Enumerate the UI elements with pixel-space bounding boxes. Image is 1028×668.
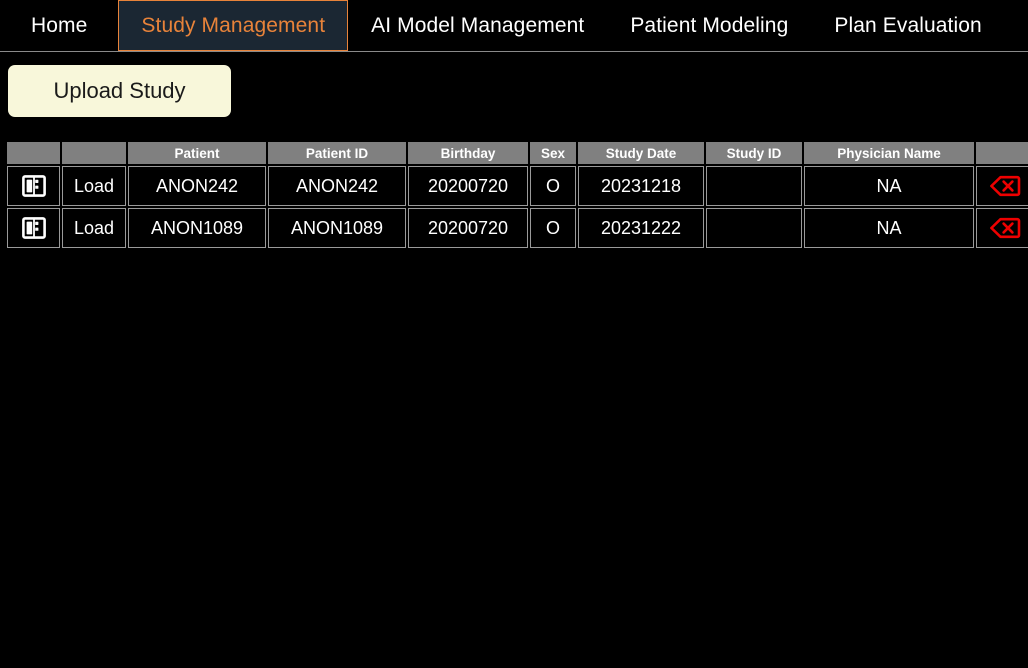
column-header-patient-id: Patient ID [268, 142, 406, 164]
main-tab-bar: Home Study Management AI Model Managemen… [0, 0, 1028, 51]
cell-sex: O [530, 208, 576, 248]
tab-home-label: Home [31, 13, 88, 37]
tab-bar-divider [0, 51, 1028, 52]
backspace-delete-icon[interactable] [977, 167, 1028, 205]
tab-patient-modeling[interactable]: Patient Modeling [607, 0, 811, 51]
column-header-patient: Patient [128, 142, 266, 164]
tab-patient-modeling-label: Patient Modeling [630, 13, 789, 37]
study-list-table: Patient Patient ID Birthday Sex Study Da… [5, 140, 1028, 250]
table-row: Load ANON242 ANON242 20200720 O 20231218… [7, 166, 1028, 206]
tab-ai-model-management[interactable]: AI Model Management [348, 0, 607, 51]
column-header-physician-name: Physician Name [804, 142, 974, 164]
cell-study-date: 20231218 [578, 166, 704, 206]
tab-plan-evaluation[interactable]: Plan Evaluation [811, 0, 1004, 51]
load-study-button[interactable]: Load [62, 166, 126, 206]
load-study-button[interactable]: Load [62, 208, 126, 248]
table-header: Patient Patient ID Birthday Sex Study Da… [7, 142, 1028, 164]
delete-study-cell[interactable] [976, 208, 1028, 248]
panel-layout-icon[interactable] [8, 167, 59, 205]
table-row: Load ANON1089 ANON1089 20200720 O 202312… [7, 208, 1028, 248]
table-body: Load ANON242 ANON242 20200720 O 20231218… [7, 166, 1028, 248]
column-header-study-date: Study Date [578, 142, 704, 164]
table-header-row: Patient Patient ID Birthday Sex Study Da… [7, 142, 1028, 164]
column-header-load [62, 142, 126, 164]
cell-physician-name: NA [804, 208, 974, 248]
cell-patient-id: ANON242 [268, 166, 406, 206]
cell-study-id [706, 166, 802, 206]
column-header-birthday: Birthday [408, 142, 528, 164]
upload-study-button[interactable]: Upload Study [8, 65, 231, 117]
tab-study-management-label: Study Management [141, 13, 326, 37]
cell-birthday: 20200720 [408, 208, 528, 248]
cell-study-id [706, 208, 802, 248]
delete-study-cell[interactable] [976, 166, 1028, 206]
cell-physician-name: NA [804, 166, 974, 206]
column-header-sex: Sex [530, 142, 576, 164]
column-header-open [7, 142, 60, 164]
tab-ai-model-management-label: AI Model Management [371, 13, 585, 37]
backspace-delete-icon[interactable] [977, 209, 1028, 247]
column-header-study-id: Study ID [706, 142, 802, 164]
cell-patient: ANON1089 [128, 208, 266, 248]
open-study-cell[interactable] [7, 166, 60, 206]
cell-patient-id: ANON1089 [268, 208, 406, 248]
cell-sex: O [530, 166, 576, 206]
tab-home[interactable]: Home [0, 0, 118, 51]
cell-study-date: 20231222 [578, 208, 704, 248]
panel-layout-icon[interactable] [8, 209, 59, 247]
cell-patient: ANON242 [128, 166, 266, 206]
cell-birthday: 20200720 [408, 166, 528, 206]
open-study-cell[interactable] [7, 208, 60, 248]
tab-study-management[interactable]: Study Management [118, 0, 349, 51]
column-header-delete [976, 142, 1028, 164]
tab-plan-evaluation-label: Plan Evaluation [834, 13, 982, 37]
